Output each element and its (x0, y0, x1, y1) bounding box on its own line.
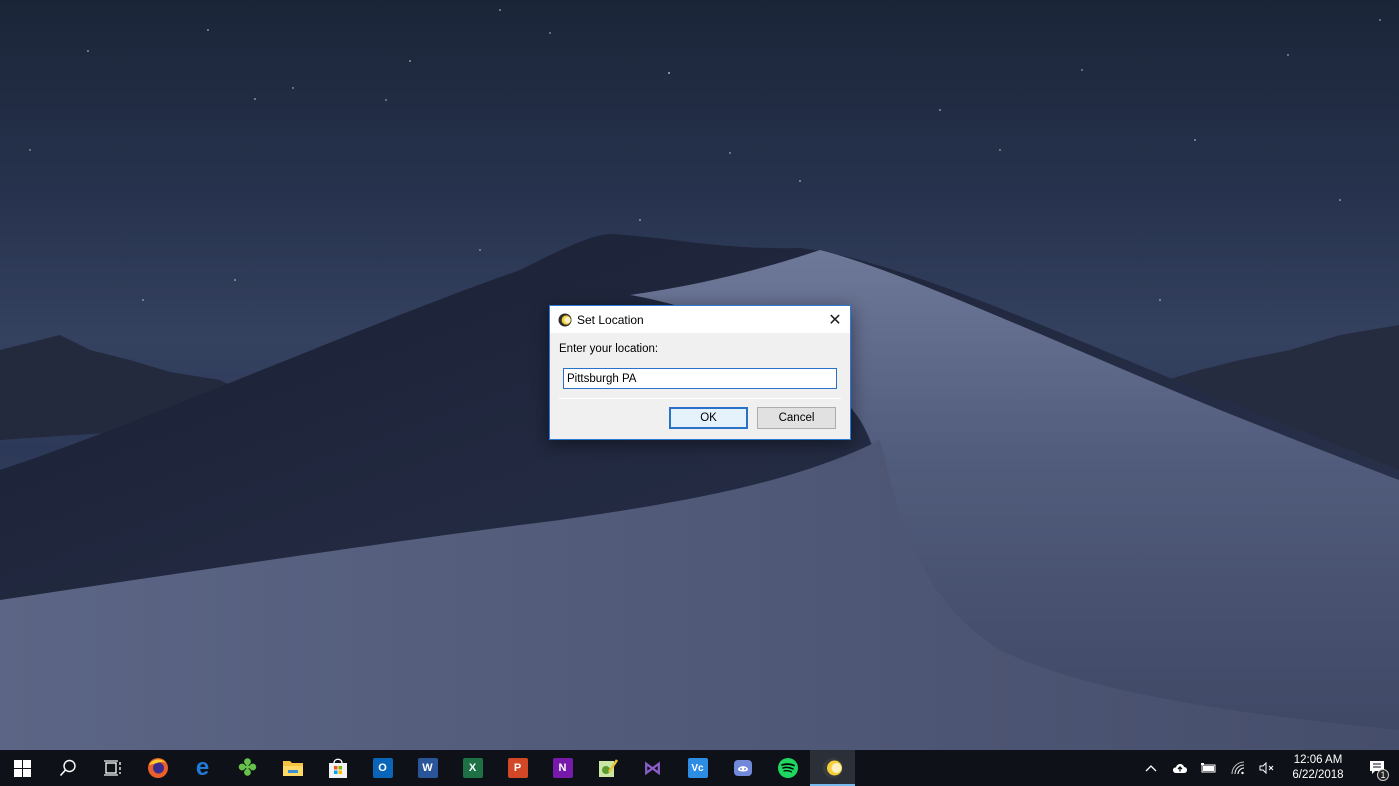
battery-icon (1200, 763, 1215, 773)
set-location-dialog: Set Location ✕ Enter your location: OK C… (549, 305, 851, 440)
search-icon (59, 759, 76, 777)
clock[interactable]: 12:06 AM 6/22/2018 (1281, 753, 1355, 783)
close-icon: ✕ (828, 311, 842, 329)
taskbar-store[interactable] (315, 750, 360, 786)
discord-icon (733, 760, 752, 776)
taskbar-notepad-plus[interactable] (585, 750, 630, 786)
action-center-button[interactable]: 1 (1355, 750, 1399, 786)
location-prompt-label: Enter your location: (559, 343, 659, 355)
battery-tray-button[interactable] (1194, 750, 1223, 786)
taskbar-visual-studio[interactable]: ⋈ (630, 750, 675, 786)
firefox-icon (147, 758, 168, 778)
taskbar-discord[interactable] (720, 750, 765, 786)
location-app-icon (822, 758, 843, 778)
clock-time: 12:06 AM (1293, 754, 1343, 766)
taskbar-clover-app[interactable]: ✤ (225, 750, 270, 786)
network-tray-button[interactable] (1223, 750, 1252, 786)
volume-muted-icon (1259, 762, 1273, 774)
taskbar-powerpoint[interactable]: P (495, 750, 540, 786)
cloud-upload-icon (1172, 764, 1187, 773)
show-hidden-icons-button[interactable] (1136, 750, 1165, 786)
cancel-button[interactable]: Cancel (757, 407, 836, 429)
notification-count-badge: 1 (1377, 769, 1389, 781)
clover-icon: ✤ (238, 755, 257, 780)
excel-icon: X (462, 758, 483, 778)
taskbar-excel[interactable]: X (450, 750, 495, 786)
dialog-titlebar[interactable]: Set Location ✕ (550, 306, 850, 333)
taskbar: e ✤ O W X P N ⋈ Vc 12:06 AM 6/22/2018 1 (0, 750, 1399, 786)
word-icon: W (417, 758, 438, 778)
taskbar-file-explorer[interactable] (270, 750, 315, 786)
dialog-title: Set Location (577, 312, 644, 327)
search-button[interactable] (45, 750, 90, 786)
notepad-icon (598, 759, 618, 777)
wifi-icon (1230, 761, 1244, 775)
spotify-icon (777, 758, 798, 778)
taskbar-edge[interactable]: e (180, 750, 225, 786)
taskbar-vnc-viewer[interactable]: Vc (675, 750, 720, 786)
dialog-divider (559, 398, 841, 399)
taskbar-word[interactable]: W (405, 750, 450, 786)
location-input[interactable] (563, 368, 837, 389)
clock-date: 6/22/2018 (1292, 769, 1344, 781)
ok-button[interactable]: OK (669, 407, 748, 429)
onedrive-tray-button[interactable] (1165, 750, 1194, 786)
start-button[interactable] (0, 750, 45, 786)
taskbar-firefox[interactable] (135, 750, 180, 786)
task-view-icon (103, 760, 121, 776)
vnc-icon: Vc (687, 758, 708, 778)
taskbar-spotify[interactable] (765, 750, 810, 786)
edge-icon: e (195, 754, 210, 781)
location-app-icon (558, 313, 572, 327)
windows-logo-icon (14, 759, 31, 777)
taskbar-onenote[interactable]: N (540, 750, 585, 786)
volume-tray-button[interactable] (1252, 750, 1281, 786)
visual-studio-icon: ⋈ (643, 757, 662, 778)
taskbar-location-app[interactable] (810, 750, 855, 786)
powerpoint-icon: P (507, 758, 528, 778)
outlook-icon: O (372, 758, 393, 778)
chevron-up-icon (1145, 765, 1156, 772)
close-button[interactable]: ✕ (820, 306, 850, 333)
system-tray: 12:06 AM 6/22/2018 1 (1136, 750, 1399, 786)
task-view-button[interactable] (90, 750, 135, 786)
taskbar-outlook[interactable]: O (360, 750, 405, 786)
onenote-icon: N (552, 758, 573, 778)
folder-icon (282, 761, 303, 776)
store-icon (328, 758, 347, 778)
